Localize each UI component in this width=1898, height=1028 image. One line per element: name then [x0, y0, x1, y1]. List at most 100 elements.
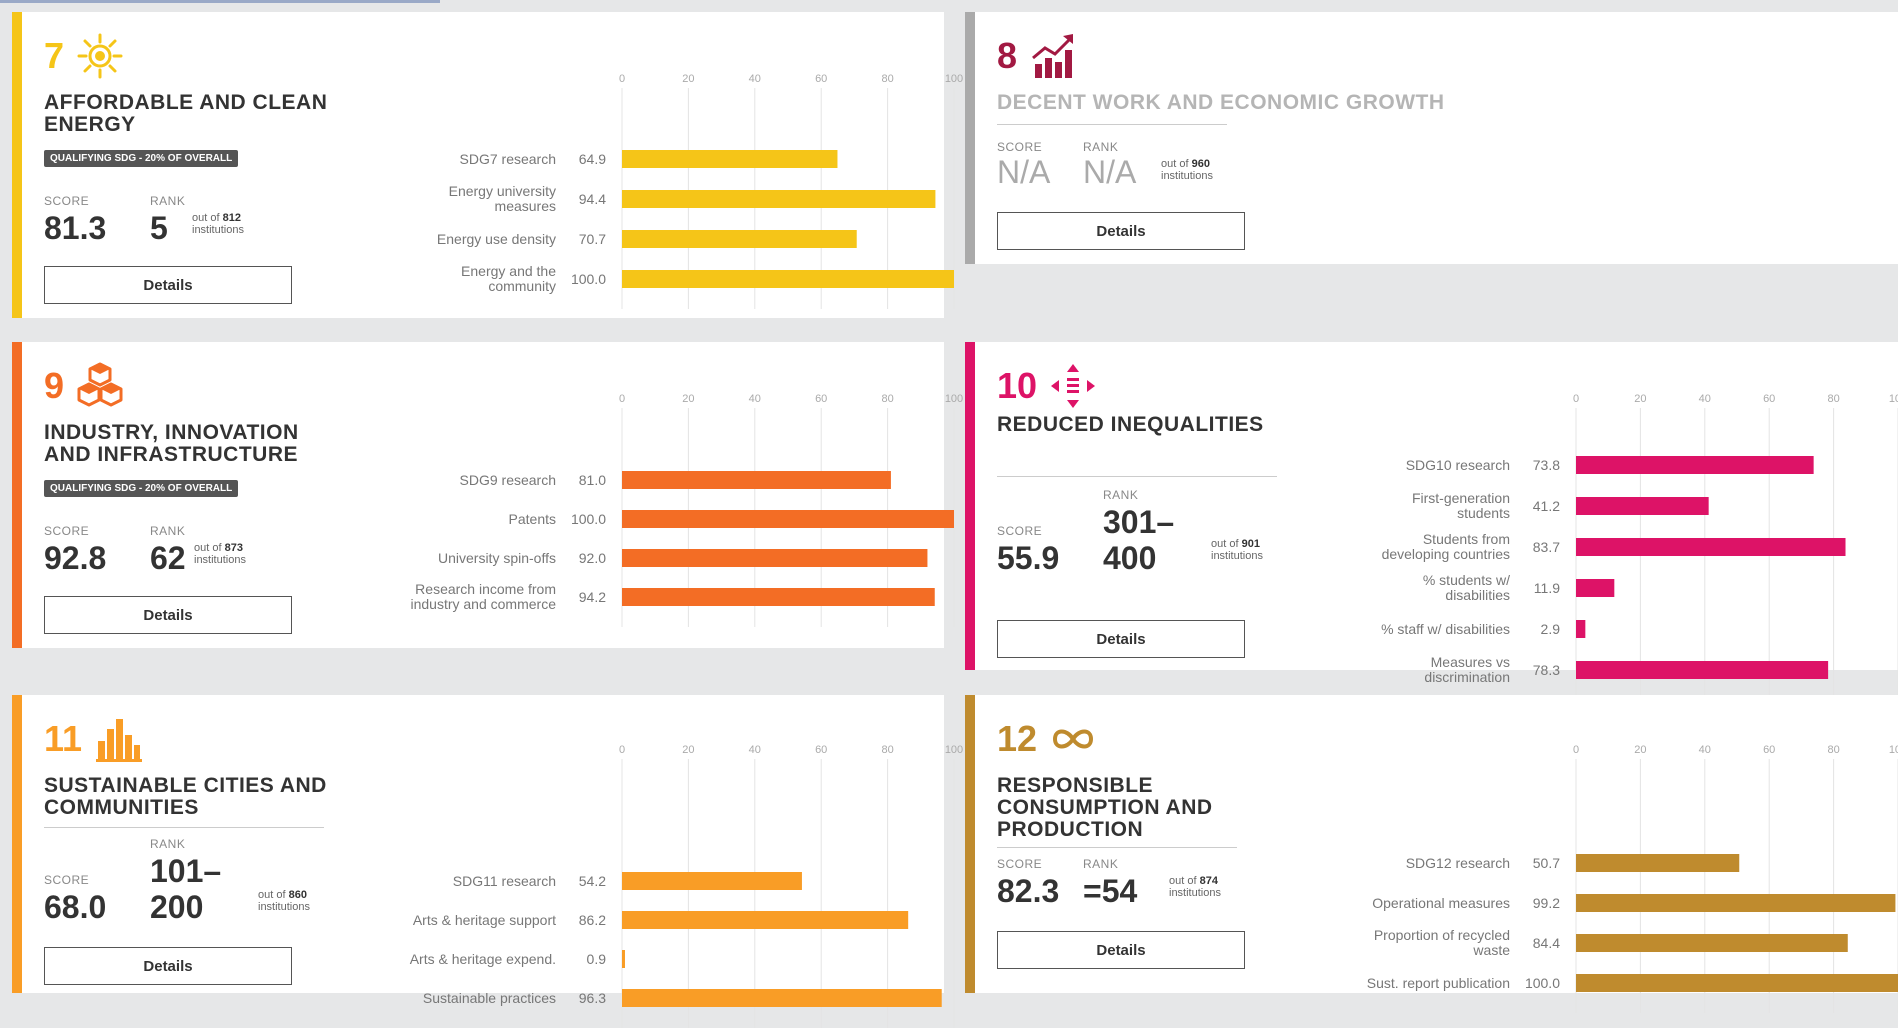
bar [622, 510, 954, 528]
growth-chart-icon [1032, 34, 1074, 78]
category-label: disabilities [1445, 587, 1510, 603]
bar [1576, 579, 1615, 597]
sdg10-bar-chart: 0 20 40 60 80 100 73.8 SDG10 research 41.2 First-… [1381, 393, 1898, 700]
data-label: 78.3 [1533, 662, 1560, 678]
data-label: 81.0 [579, 472, 606, 488]
category-label: developing countries [1382, 546, 1510, 562]
tick-label: 60 [1763, 393, 1775, 405]
tick-label: 60 [1763, 744, 1775, 756]
data-label: 92.0 [579, 550, 606, 566]
bar [1576, 974, 1898, 992]
bar [1576, 538, 1846, 556]
category-label: Sust. report publication [1367, 975, 1510, 991]
data-label: 100.0 [1525, 975, 1560, 991]
sdg11-bar-chart: 0 20 40 60 80 100 54.2 SDG11 research 86.2 Arts &… [410, 744, 963, 1028]
sdg12-card: 12 RESPONSIBLE CONSUMPTION AND PRODUCTIO… [965, 695, 1898, 1013]
sdg12-bar-chart: 0 20 40 60 80 100 50.7 SDG12 research 99.2 Operat… [1367, 744, 1898, 1013]
bar [1576, 661, 1829, 679]
top-accent-line [0, 0, 440, 3]
rank-value: N/A [1083, 154, 1137, 190]
sdg-number: 7 [44, 35, 65, 76]
institution-count: 960 [1191, 158, 1210, 170]
data-label: 100.0 [571, 511, 606, 527]
sdg-header: 8 [997, 32, 1077, 80]
bar [622, 471, 891, 489]
category-label: Measures vs [1431, 654, 1510, 670]
data-label: 70.7 [579, 231, 606, 247]
bar [1576, 497, 1709, 515]
divider [997, 124, 1227, 125]
bar [622, 150, 838, 168]
sdg8-card: 8 DECENT WORK AND ECONOMIC GROWTH SCORE … [965, 12, 1898, 264]
data-label: 64.9 [579, 151, 606, 167]
category-label: discrimination [1424, 669, 1510, 685]
bar [622, 911, 909, 929]
bar [1576, 854, 1740, 872]
category-label: Patents [509, 511, 556, 527]
bar [622, 588, 935, 606]
sdg7-bar-chart: 0 20 40 60 80 100 64.9 SDG7 research 94.4 Energy … [437, 73, 963, 309]
tick-label: 60 [815, 73, 827, 85]
bar [622, 270, 954, 288]
tick-label: 80 [881, 744, 893, 756]
category-label: % students w/ [1423, 572, 1510, 588]
score-value: N/A [997, 154, 1051, 190]
category-label: students [1457, 505, 1510, 521]
data-label: 83.7 [1533, 539, 1560, 555]
category-label: Arts & heritage expend. [410, 951, 556, 967]
tick-label: 0 [1573, 744, 1579, 756]
data-label: 94.4 [579, 191, 606, 207]
tick-label: 20 [682, 744, 694, 756]
tick-label: 80 [881, 73, 893, 85]
category-label: SDG11 research [453, 873, 556, 889]
category-label: SDG9 research [460, 472, 556, 488]
bar [622, 549, 928, 567]
bar [622, 989, 942, 1007]
tick-label: 40 [1699, 744, 1711, 756]
data-label: 86.2 [579, 912, 606, 928]
details-button[interactable]: Details [997, 212, 1245, 250]
category-label: Arts & heritage support [413, 912, 556, 928]
tick-label: 100 [1889, 393, 1898, 405]
sdg11-card: 11 SUSTAINABLE CITIES AND COMMUNITIES RA… [12, 695, 963, 1028]
tick-label: 60 [815, 744, 827, 756]
tick-label: 40 [749, 73, 761, 85]
data-label: 99.2 [1533, 895, 1560, 911]
category-label: Students from [1423, 531, 1510, 547]
bar [1576, 894, 1896, 912]
category-label: waste [1472, 942, 1510, 958]
category-label: Proportion of recycled [1374, 927, 1510, 943]
category-label: First-generation [1412, 490, 1510, 506]
bar [622, 950, 625, 968]
tick-label: 0 [619, 393, 625, 405]
category-label: measures [495, 198, 556, 214]
sdg-title: DECENT WORK AND ECONOMIC GROWTH [997, 91, 1445, 114]
tick-label: 20 [682, 393, 694, 405]
data-label: 50.7 [1533, 855, 1560, 871]
data-label: 41.2 [1533, 498, 1560, 514]
bar [1576, 620, 1586, 638]
bar [622, 190, 936, 208]
tick-label: 40 [749, 744, 761, 756]
tick-label: 100 [945, 73, 963, 85]
data-label: 94.2 [579, 589, 606, 605]
data-label: 0.9 [587, 951, 607, 967]
tick-label: 0 [1573, 393, 1579, 405]
sdg10-card: 10 REDUCED INEQUALITIES RANK 301– 400 SC… [965, 342, 1898, 700]
sdg-number: 8 [997, 35, 1018, 76]
tick-label: 60 [815, 393, 827, 405]
data-label: 2.9 [1541, 621, 1561, 637]
tick-label: 0 [619, 73, 625, 85]
tick-label: 20 [1634, 744, 1646, 756]
data-label: 84.4 [1533, 935, 1560, 951]
out-of-suffix: institutions [1161, 170, 1213, 183]
tick-label: 0 [619, 744, 625, 756]
category-label: SDG10 research [1406, 457, 1510, 473]
data-label: 11.9 [1534, 580, 1560, 596]
data-label: 54.2 [579, 873, 606, 889]
out-of-institutions: out of 960 institutions [1161, 158, 1213, 182]
category-label: Sustainable practices [423, 990, 556, 1006]
category-label: SDG12 research [1406, 855, 1510, 871]
out-of-prefix: out of [1161, 158, 1189, 170]
tick-label: 100 [1889, 744, 1898, 756]
